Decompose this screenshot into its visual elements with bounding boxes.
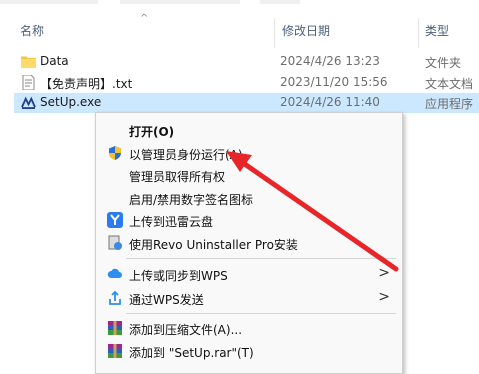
menu-item-add-to-archive[interactable]: 添加到压缩文件(A)...	[96, 317, 402, 339]
sort-ascending-icon: ^	[140, 13, 149, 24]
file-type: 文本文档	[425, 77, 474, 91]
column-header-date-modified[interactable]: 修改日期	[282, 22, 330, 39]
address-bar-remnant	[0, 0, 479, 10]
menu-separator	[126, 258, 396, 259]
file-name: 【免责声明】.txt	[40, 77, 133, 91]
folder-icon	[21, 56, 36, 68]
winrar-icon	[108, 344, 122, 358]
file-date: 2023/11/20 15:56	[280, 75, 388, 89]
file-row-data[interactable]: Data 2024/4/26 13:23 文件夹	[14, 52, 479, 72]
menu-item-wps-send[interactable]: 通过WPS发送 >	[96, 287, 402, 309]
submenu-arrow-icon: >	[378, 289, 390, 305]
menu-item-signature-icon-toggle[interactable]: 启用/禁用数字签名图标	[96, 187, 402, 209]
file-name: Data	[40, 54, 69, 68]
menu-item-add-to-setup-rar[interactable]: 添加到 "SetUp.rar"(T)	[96, 340, 402, 362]
column-divider[interactable]	[274, 18, 275, 48]
column-header-name[interactable]: 名称	[20, 22, 44, 39]
setup-exe-icon	[21, 96, 36, 109]
file-row-setup-exe[interactable]: SetUp.exe 2024/4/26 11:40 应用程序	[14, 93, 479, 113]
menu-separator	[126, 313, 396, 314]
winrar-icon	[108, 321, 122, 335]
menu-item-open[interactable]: 打开(O)	[96, 119, 402, 141]
column-divider[interactable]	[418, 18, 419, 48]
column-header-type[interactable]: 类型	[425, 22, 449, 39]
menu-item-run-as-admin[interactable]: 以管理员身份运行(A)	[96, 142, 402, 164]
submenu-arrow-icon: >	[378, 265, 390, 281]
xunlei-icon	[107, 212, 123, 228]
wps-cloud-icon	[107, 268, 122, 278]
context-menu: 打开(O) 以管理员身份运行(A) 管理员取得所有权 启用/禁用数字签名图标 上…	[95, 112, 403, 374]
file-date: 2024/4/26 13:23	[280, 54, 380, 68]
menu-item-upload-xunlei[interactable]: 上传到迅雷云盘	[96, 209, 402, 231]
revo-uninstaller-icon	[108, 235, 122, 250]
wps-share-icon	[109, 290, 121, 305]
file-type: 应用程序	[425, 97, 474, 111]
file-type: 文件夹	[425, 56, 462, 70]
menu-item-revo-install[interactable]: 使用Revo Uninstaller Pro安装	[96, 232, 402, 254]
file-date: 2024/4/26 11:40	[280, 95, 380, 109]
menu-item-wps-sync[interactable]: 上传或同步到WPS >	[96, 263, 402, 285]
uac-shield-icon	[109, 146, 121, 160]
file-row-disclaimer[interactable]: 【免责声明】.txt 2023/11/20 15:56 文本文档	[14, 73, 479, 93]
file-name: SetUp.exe	[40, 95, 102, 109]
text-file-icon	[22, 75, 35, 90]
menu-item-take-ownership[interactable]: 管理员取得所有权	[96, 164, 402, 186]
